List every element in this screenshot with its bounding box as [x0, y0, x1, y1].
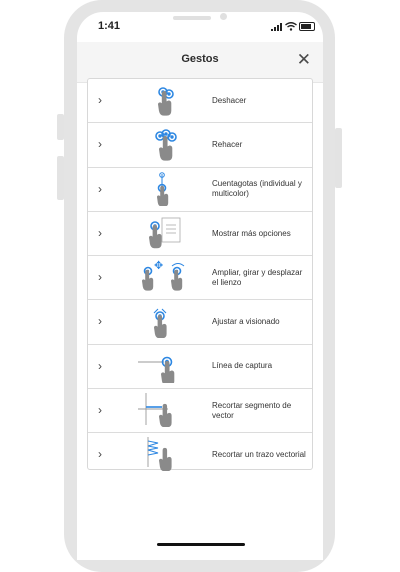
chevron-right-icon: › — [98, 225, 102, 240]
gesture-label: Mostrar más opciones — [212, 228, 291, 238]
chevron-right-icon: › — [98, 270, 102, 285]
status-time: 1:41 — [98, 20, 121, 32]
chevron-right-icon: › — [98, 93, 102, 107]
speaker-grille — [173, 16, 211, 20]
fit-to-view-icon — [153, 309, 167, 339]
gesture-row[interactable]: › Recortar un trazo vectorial — [88, 433, 312, 476]
gesture-label: Deshacer — [212, 95, 247, 105]
gesture-label: Ajustar a visionado — [212, 317, 280, 327]
gesture-row[interactable]: › Rehacer — [88, 123, 312, 168]
trim-vector-segment-icon — [138, 393, 172, 428]
gesture-row[interactable]: › Ajustar a visionado — [88, 300, 312, 345]
gesture-label: Rehacer — [212, 139, 243, 149]
phone-volume-button — [57, 156, 64, 200]
page-title: Gestos — [181, 53, 219, 65]
chevron-right-icon: › — [98, 314, 102, 329]
wifi-icon — [285, 22, 297, 31]
zoom-rotate-pan-icon: ✥ — [142, 260, 185, 291]
gesture-label: Recortar segmento de vector — [212, 400, 292, 420]
status-bar: 1:41 — [77, 12, 323, 42]
home-indicator[interactable] — [157, 543, 245, 546]
battery-icon — [299, 22, 315, 31]
capture-line-icon — [138, 356, 175, 383]
dialog-header: Gestos ✕ — [77, 42, 323, 83]
gesture-row[interactable]: › Recortar segmento de vector — [88, 389, 312, 434]
eyedropper-gesture-icon — [157, 171, 169, 206]
gesture-label: Ampliar, girar y desplazar el lienzo — [212, 267, 303, 287]
gesture-label: Recortar un trazo vectorial — [212, 450, 306, 460]
phone-mute-switch — [57, 114, 64, 140]
chevron-right-icon: › — [98, 403, 102, 418]
gesture-row[interactable]: › Línea de captura — [88, 345, 312, 390]
gesture-row[interactable]: › Cuentagotas (individual y multicolor) — [88, 168, 312, 212]
gesture-label: Cuentagotas (individual y multicolor) — [212, 179, 302, 199]
three-finger-tap-icon — [155, 129, 177, 161]
signal-icon — [271, 23, 282, 31]
front-camera — [220, 13, 227, 20]
gesture-list: › Deshacer › Rehacer › Cuentagotas (indivi… — [87, 78, 313, 472]
chevron-right-icon: › — [98, 358, 102, 373]
gesture-row[interactable]: › Deshacer — [88, 79, 312, 124]
gesture-row[interactable]: › ✥ Ampliar, girar y desplazar el lienzo — [88, 256, 312, 301]
gesture-row[interactable]: › Mostrar más opciones — [88, 212, 312, 257]
phone-power-button — [335, 128, 342, 188]
chevron-right-icon: › — [98, 447, 102, 462]
more-options-gesture-icon — [149, 217, 181, 249]
trim-vector-stroke-icon — [147, 437, 172, 472]
chevron-right-icon: › — [98, 181, 102, 196]
svg-text:✥: ✥ — [154, 260, 163, 272]
app-screen: 1:41 Gestos ✕ › Deshacer › Rehacer › Cuent… — [77, 12, 323, 560]
gesture-label: Línea de captura — [212, 361, 273, 371]
close-icon[interactable]: ✕ — [297, 50, 311, 70]
chevron-right-icon: › — [98, 137, 102, 152]
two-finger-tap-icon — [158, 87, 174, 116]
